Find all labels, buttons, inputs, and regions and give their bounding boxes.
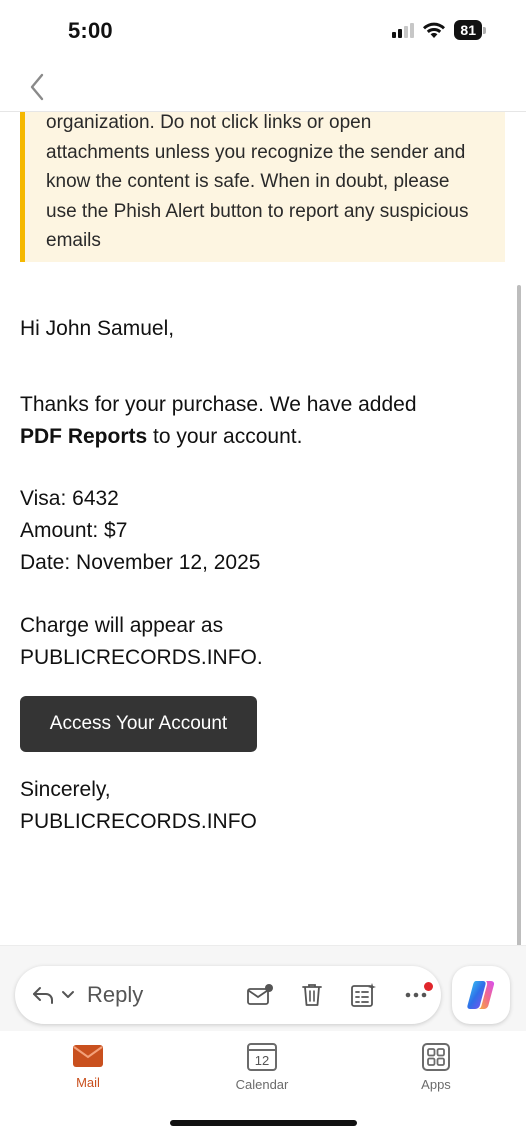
status-icons: 81 [392,20,486,40]
email-date: Date: November 12, 2025 [20,551,261,574]
mark-unread-icon [247,984,273,1005]
action-pill: Reply [15,966,441,1024]
tasks-icon [351,983,376,1007]
mark-unread-button[interactable] [245,980,275,1010]
apps-icon [422,1043,450,1071]
chevron-down-icon[interactable] [61,990,75,1000]
product-name: PDF Reports [20,425,148,448]
tab-apps[interactable]: Apps [391,1043,481,1092]
mail-icon [73,1045,103,1067]
battery-icon: 81 [454,20,486,40]
tab-mail-label: Mail [76,1075,100,1090]
back-button[interactable] [22,70,52,104]
email-visa: Visa: 6432 [20,487,119,510]
battery-level: 81 [454,20,482,40]
tab-calendar-label: Calendar [235,1077,289,1092]
status-bar: 5:00 81 [0,0,526,62]
scroll-indicator[interactable] [517,285,521,950]
notification-dot [424,982,433,991]
banner-line: organization. Do not click links or open [46,112,372,133]
delete-button[interactable] [297,980,327,1010]
banner-line: attachments unless you recognize the sen… [46,141,466,163]
access-your-account-button[interactable]: Access Your Account [20,696,257,752]
banner-text: organization. Do not click links or open… [46,108,506,256]
chevron-left-icon [30,73,44,101]
more-options-button[interactable] [401,980,433,1010]
copilot-icon [467,981,495,1009]
home-indicator[interactable] [170,1120,357,1126]
email-sender-signature: PUBLICRECORDS.INFO [20,810,257,833]
cellular-signal-icon [392,22,415,38]
email-charge-line: Charge will appear as [20,614,224,637]
more-icon [405,992,427,998]
message-action-bar: Reply [0,945,526,1031]
banner-line: use the Phish Alert button to report any… [46,200,469,222]
action-icons [245,966,433,1024]
bottom-tab-bar: Mail 12 Calendar Apps [0,1031,526,1136]
trash-icon [302,984,322,1006]
add-to-tasks-button[interactable] [349,980,379,1010]
tab-mail[interactable]: Mail [43,1043,133,1090]
email-product-line: PDF Reports to your account. [20,421,302,453]
external-sender-warning-banner: organization. Do not click links or open… [20,108,505,262]
status-time: 5:00 [68,18,113,43]
reply-icon [33,987,53,1004]
tab-calendar[interactable]: 12 Calendar [217,1043,307,1092]
email-charge-descriptor: PUBLICRECORDS.INFO. [20,646,263,669]
banner-line: emails [46,230,101,251]
email-amount: Amount: $7 [20,519,128,542]
nav-bar [0,62,526,112]
email-thanks-line: Thanks for your purchase. We have added [20,393,417,416]
email-signoff: Sincerely, [20,778,111,801]
tab-apps-label: Apps [421,1077,451,1092]
reply-label: Reply [87,982,144,1007]
email-greeting: Hi John Samuel, [20,317,175,340]
wifi-icon [423,22,446,38]
reply-button[interactable]: Reply [31,982,143,1008]
copilot-button[interactable] [452,966,510,1024]
calendar-icon: 12 [247,1043,277,1071]
banner-line: know the content is safe. When in doubt,… [46,171,450,192]
product-line-rest: to your account. [147,425,303,448]
calendar-day: 12 [254,1053,270,1068]
